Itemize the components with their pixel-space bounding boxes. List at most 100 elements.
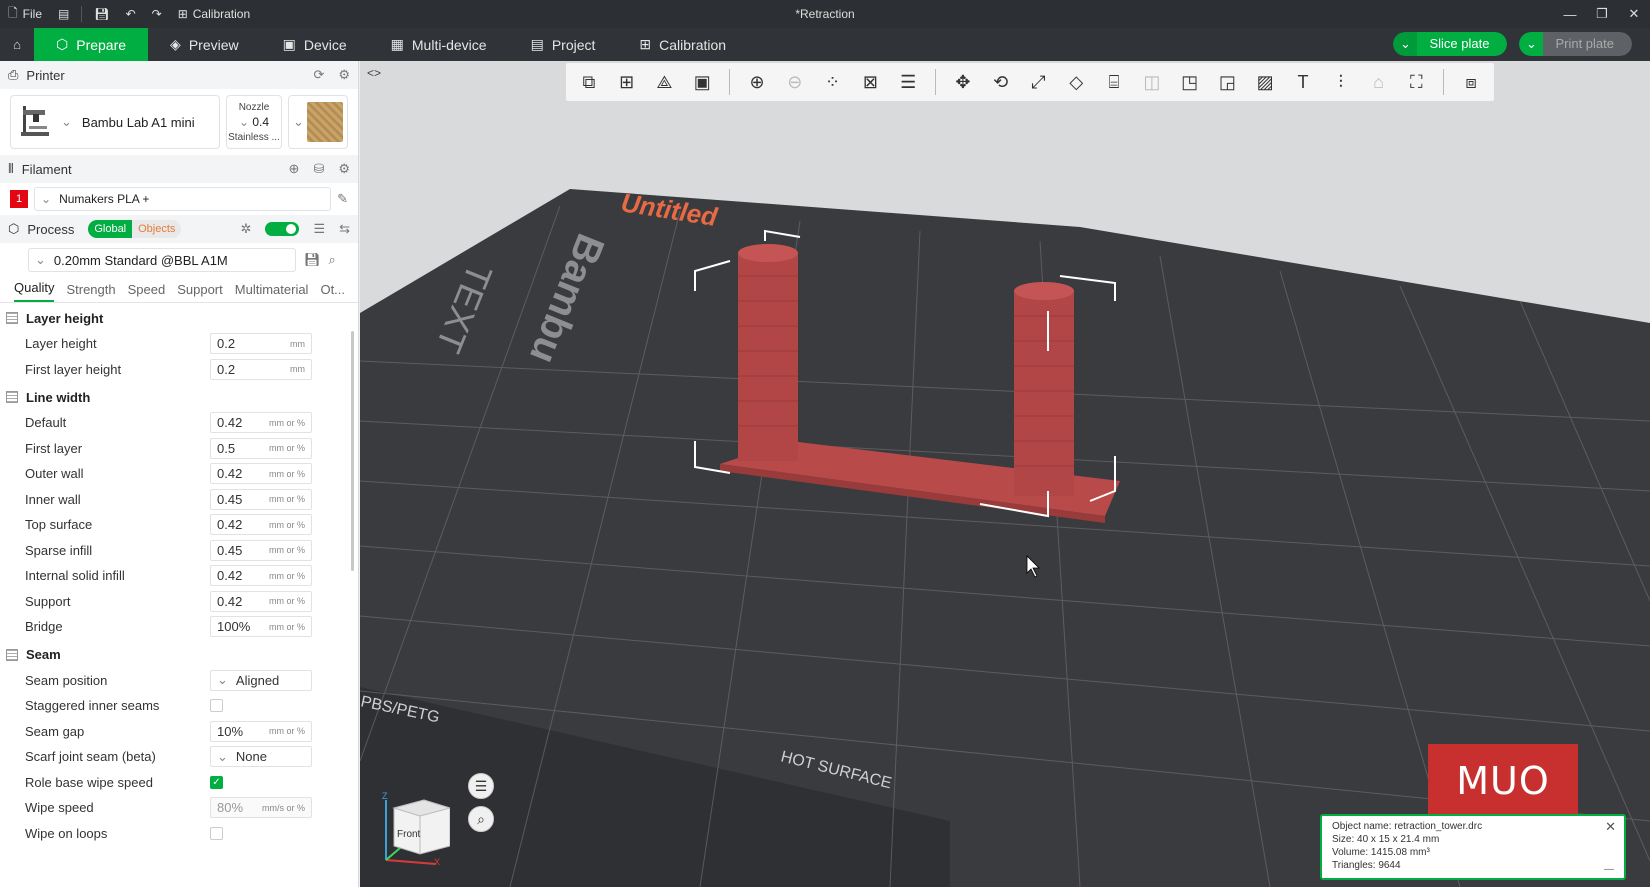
lay-on-face-icon[interactable]: ◇ [1059, 67, 1093, 97]
nozzle-selector[interactable]: Nozzle ⌄ 0.4 Stainless ... [226, 95, 282, 149]
search-icon[interactable]: ⌕ [329, 252, 336, 268]
global-option[interactable]: Global [88, 220, 133, 238]
chevron-down-icon[interactable]: ⌄ [1393, 32, 1418, 56]
seam-group-title: Seam [26, 647, 61, 662]
assembly-icon[interactable]: ⌂ [1362, 67, 1396, 97]
add-filament-icon[interactable]: ⊕ [289, 161, 300, 177]
outer-wall-width-input[interactable]: 0.42 mm or % [210, 463, 312, 485]
global-objects-toggle[interactable]: Global Objects [88, 220, 182, 238]
restore-icon[interactable]: ❐ [1586, 0, 1618, 28]
hamburger-menu-icon[interactable]: ☰ [468, 773, 494, 799]
rotate-icon[interactable]: ⟲ [984, 67, 1018, 97]
move-icon[interactable]: ✥ [946, 67, 980, 97]
wipe-on-loops-checkbox[interactable] [210, 826, 223, 840]
print-plate-button[interactable]: ⌄ Print plate [1519, 32, 1632, 56]
bridge-width-input[interactable]: 100% mm or % [210, 616, 312, 638]
filament-slot-badge[interactable]: 1 [10, 190, 28, 208]
panel-scrollbar[interactable] [351, 331, 354, 571]
role-wipe-speed-checkbox[interactable]: ✓ [210, 775, 223, 789]
wipe-speed-input[interactable]: 80% mm/s or % [210, 797, 312, 819]
seam-painting-icon[interactable]: ◲ [1211, 67, 1245, 97]
settings-sliders-icon[interactable]: ⚙ [338, 161, 350, 177]
measure-icon[interactable]: ⫶ [1324, 67, 1358, 97]
tab-multi-device[interactable]: ▦ Multi-device [369, 28, 509, 61]
sparse-infill-width-input[interactable]: 0.45 mm or % [210, 539, 312, 561]
remove-instance-icon[interactable]: ⊖ [778, 67, 812, 97]
first-layer-width-input[interactable]: 0.5 mm or % [210, 437, 312, 459]
home-icon[interactable]: ⌂ [0, 28, 34, 61]
save-preset-icon[interactable]: 💾︎ [304, 252, 321, 268]
auto-orient-icon[interactable]: ⟁ [648, 67, 682, 97]
process-preset-selector[interactable]: ⌄ 0.20mm Standard @BBL A1M [28, 248, 296, 272]
mesh-boolean-icon[interactable]: ◫ [1135, 67, 1169, 97]
text-icon[interactable]: T [1286, 67, 1320, 97]
scarf-seam-dropdown[interactable]: ⌄ None [210, 746, 312, 768]
plate-settings-icon[interactable]: ⧈ [1454, 67, 1488, 97]
zoom-search-icon[interactable]: ⌕ [468, 806, 494, 832]
inner-wall-width-input[interactable]: 0.45 mm or % [210, 488, 312, 510]
tab-multimaterial[interactable]: Multimaterial [235, 282, 309, 302]
minimize-icon[interactable]: — [1604, 863, 1614, 876]
collapse-panel-icon[interactable]: <> [364, 63, 384, 83]
tab-quality[interactable]: Quality [14, 280, 55, 302]
close-icon[interactable]: ✕ [1618, 0, 1650, 28]
split-objects-icon[interactable]: ⁘ [816, 67, 850, 97]
save-icon[interactable]: 💾︎ [86, 0, 117, 28]
filament-sync-icon[interactable]: ⛁ [313, 161, 324, 177]
tab-others[interactable]: Ot... [320, 282, 345, 302]
objects-option[interactable]: Objects [132, 220, 182, 238]
tab-support[interactable]: Support [177, 282, 223, 302]
add-object-icon[interactable]: ⧉ [572, 67, 606, 97]
calibration-menu[interactable]: ⊞ Calibration [170, 0, 258, 28]
staggered-seams-checkbox[interactable] [210, 699, 223, 713]
file-menu[interactable]: 🗋 File [0, 0, 50, 28]
first-layer-height-input[interactable]: 0.2 mm [210, 358, 312, 380]
scale-icon[interactable]: ⤢ [1022, 67, 1056, 97]
minimize-icon[interactable]: — [1554, 0, 1586, 28]
transfer-icon[interactable]: ⇆ [339, 221, 350, 237]
add-plate-icon[interactable]: ⊞ [610, 67, 644, 97]
compare-icon[interactable]: ☰ [313, 221, 325, 237]
default-width-input[interactable]: 0.42 mm or % [210, 412, 312, 434]
split-parts-icon[interactable]: ⊠ [853, 67, 887, 97]
tab-strength[interactable]: Strength [66, 282, 115, 302]
close-icon[interactable]: ✕ [1605, 820, 1616, 833]
tab-speed[interactable]: Speed [128, 282, 166, 302]
tab-calibration[interactable]: ⊞ Calibration [617, 28, 748, 61]
slice-plate-button[interactable]: ⌄ Slice plate [1393, 32, 1508, 56]
chevron-down-icon[interactable]: ⌄ [1519, 32, 1544, 56]
plate-type-selector[interactable]: ⌄ [288, 95, 348, 149]
view-cube[interactable]: Z X Front [380, 791, 452, 867]
top-surface-width-input[interactable]: 0.42 mm or % [210, 514, 312, 536]
layers-editing-icon[interactable]: ☰ [891, 67, 925, 97]
add-instance-icon[interactable]: ⊕ [740, 67, 774, 97]
menu-icon[interactable]: ▤ [50, 0, 77, 28]
seam-position-dropdown[interactable]: ⌄ Aligned [210, 669, 312, 691]
layer-height-input[interactable]: 0.2 mm [210, 333, 312, 355]
cut-icon[interactable]: ⌸ [1097, 67, 1131, 97]
3d-viewport[interactable]: Untitled Bambu TEXT PBS/PETG HOT SURFACE [360, 61, 1650, 887]
watermark-text: MUO [1456, 759, 1550, 803]
title-bar: 🗋 File ▤ 💾︎ ↶ ↷ ⊞ Calibration *Retractio… [0, 0, 1650, 28]
tab-project[interactable]: ▤ Project [509, 28, 618, 61]
param-row: First layer 0.5 mm or % [0, 436, 358, 462]
edit-icon[interactable]: ✎ [337, 191, 348, 207]
internal-solid-infill-width-input[interactable]: 0.42 mm or % [210, 565, 312, 587]
settings-sliders-icon[interactable]: ⚙ [338, 67, 350, 83]
color-painting-icon[interactable]: ▨ [1248, 67, 1282, 97]
sync-icon[interactable]: ⟳ [313, 67, 324, 83]
filament-selector[interactable]: ⌄ Numakers PLA + [34, 187, 332, 211]
tab-prepare[interactable]: ⬡ Prepare [34, 28, 149, 61]
arrange-icon[interactable]: ▣ [685, 67, 719, 97]
tab-preview[interactable]: ◈ Preview [148, 28, 261, 61]
fit-view-icon[interactable]: ⛶ [1399, 67, 1433, 97]
chevron-down-icon: ⌄ [217, 672, 228, 688]
advanced-toggle[interactable] [265, 222, 300, 236]
redo-icon[interactable]: ↷ [144, 0, 170, 28]
tab-device[interactable]: ▣ Device [261, 28, 369, 61]
support-width-input[interactable]: 0.42 mm or % [210, 590, 312, 612]
undo-icon[interactable]: ↶ [118, 0, 144, 28]
printer-selector[interactable]: ⌄ Bambu Lab A1 mini [10, 95, 220, 149]
support-painting-icon[interactable]: ◳ [1173, 67, 1207, 97]
seam-gap-input[interactable]: 10% mm or % [210, 720, 312, 742]
